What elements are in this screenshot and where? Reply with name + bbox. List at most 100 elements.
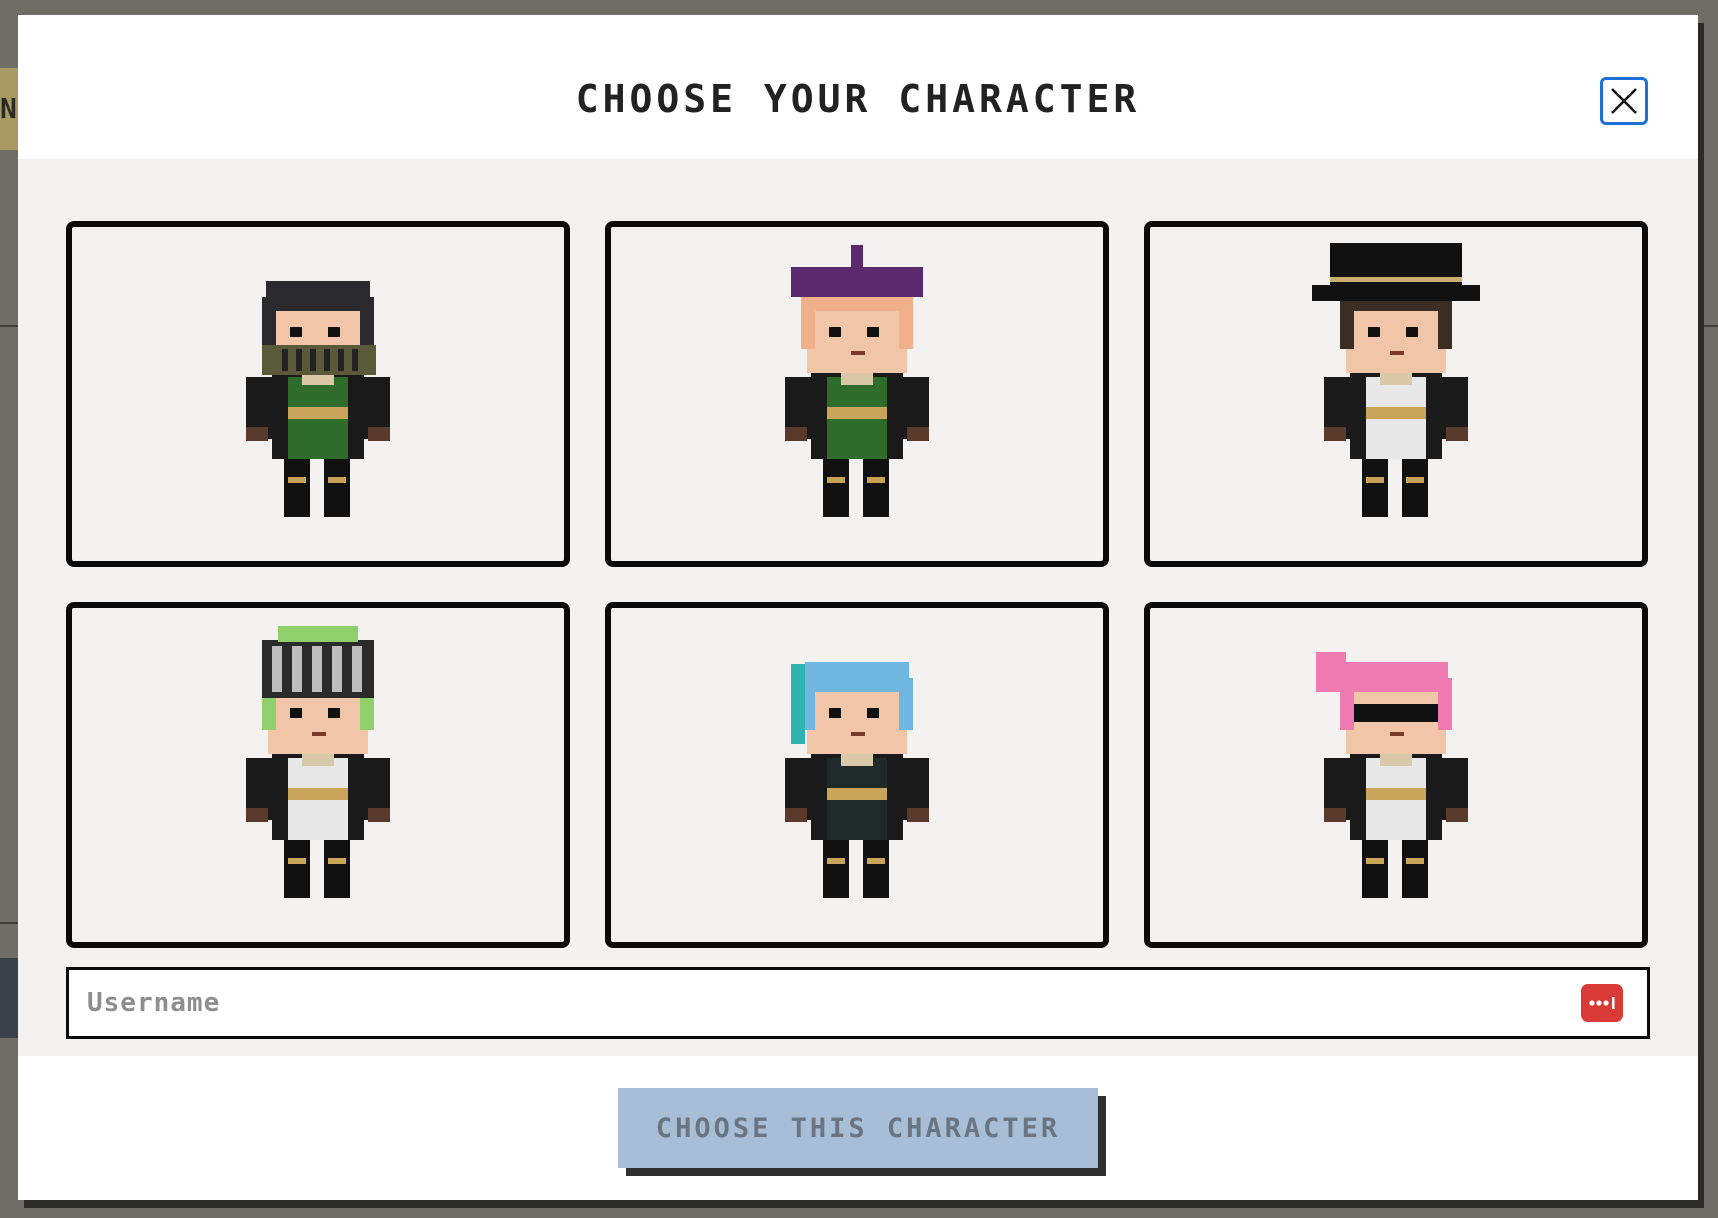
boot-strap <box>1366 477 1384 483</box>
background-tab: N <box>0 68 20 150</box>
character-select-modal: CHOOSE YOUR CHARACTER Username CHOOSE TH… <box>18 15 1698 1200</box>
leg <box>324 455 350 517</box>
glove <box>368 427 390 441</box>
hair-side <box>1340 297 1354 349</box>
leg <box>1362 836 1388 898</box>
character-card[interactable] <box>66 602 570 948</box>
mask-grille <box>352 349 358 371</box>
eye <box>829 327 841 337</box>
boot-strap <box>328 477 346 483</box>
hair-bun <box>1316 652 1346 692</box>
hair <box>805 662 909 692</box>
glove <box>246 427 268 441</box>
mouth <box>1390 351 1404 355</box>
leg <box>823 455 849 517</box>
background-divider <box>1698 325 1718 327</box>
choose-character-button[interactable]: CHOOSE THIS CHARACTER <box>618 1088 1098 1168</box>
glove <box>785 808 807 822</box>
character-avatar <box>785 662 929 898</box>
boot-strap <box>1406 477 1424 483</box>
password-manager-icon[interactable] <box>1581 984 1623 1022</box>
leg <box>284 836 310 898</box>
eye <box>1368 327 1380 337</box>
hair-side <box>1438 297 1452 349</box>
close-button[interactable] <box>1600 77 1648 125</box>
helmet-visor <box>272 646 282 692</box>
character-avatar <box>1312 243 1480 517</box>
boot-strap <box>827 477 845 483</box>
mouth <box>1390 732 1404 736</box>
character-avatar <box>785 245 929 517</box>
boot-strap <box>1366 858 1384 864</box>
sunglasses <box>1354 704 1438 722</box>
leg <box>324 836 350 898</box>
character-card[interactable] <box>605 221 1109 567</box>
character-card[interactable] <box>66 221 570 567</box>
close-icon <box>1611 88 1637 114</box>
helmet-visor <box>332 646 342 692</box>
character-avatar <box>246 626 390 898</box>
boot-strap <box>867 858 885 864</box>
boot-strap <box>288 477 306 483</box>
mouth <box>851 351 865 355</box>
hair-side <box>899 678 913 730</box>
glove <box>368 808 390 822</box>
hair-side <box>801 297 815 349</box>
glove <box>1446 808 1468 822</box>
leg <box>284 455 310 517</box>
belt <box>288 407 348 419</box>
glove <box>246 808 268 822</box>
modal-header: CHOOSE YOUR CHARACTER <box>18 15 1698 159</box>
hair <box>266 281 370 311</box>
background-divider <box>0 922 20 924</box>
mask-grille <box>324 349 330 371</box>
character-card[interactable] <box>1144 221 1648 567</box>
mask <box>262 345 376 375</box>
mouth <box>312 732 326 736</box>
belt <box>827 407 887 419</box>
glove <box>785 427 807 441</box>
leg <box>1362 455 1388 517</box>
eye <box>290 327 302 337</box>
pirate-hat-brim <box>1312 285 1480 301</box>
boot-strap <box>867 477 885 483</box>
mask-grille <box>296 349 302 371</box>
leg <box>823 836 849 898</box>
modal-body <box>18 159 1698 1056</box>
modal-title: CHOOSE YOUR CHARACTER <box>575 77 1141 121</box>
leg <box>863 455 889 517</box>
hair-streak <box>791 664 805 744</box>
glove <box>1324 808 1346 822</box>
belt <box>1366 788 1426 800</box>
glove <box>907 427 929 441</box>
mask-grille <box>310 349 316 371</box>
belt <box>288 788 348 800</box>
leg <box>1402 455 1428 517</box>
username-input[interactable] <box>69 970 1549 1036</box>
character-card[interactable] <box>1144 602 1648 948</box>
mask-grille <box>282 349 288 371</box>
boot-strap <box>827 858 845 864</box>
character-card[interactable] <box>605 602 1109 948</box>
character-avatar <box>1316 652 1468 898</box>
beret-stem <box>851 245 863 269</box>
leg <box>1402 836 1428 898</box>
hat-trim <box>1330 277 1462 282</box>
eye <box>328 327 340 337</box>
eye <box>290 708 302 718</box>
mask-grille <box>338 349 344 371</box>
glove <box>1446 427 1468 441</box>
helmet-plume <box>278 626 358 642</box>
background-panel <box>0 958 20 1038</box>
helmet-visor <box>312 646 322 692</box>
eye <box>1406 327 1418 337</box>
hair-side <box>262 297 276 349</box>
background-divider <box>0 325 20 327</box>
character-avatar <box>246 281 390 517</box>
hair-side <box>1438 678 1452 730</box>
eye <box>867 708 879 718</box>
boot-strap <box>328 858 346 864</box>
belt <box>827 788 887 800</box>
glove <box>907 808 929 822</box>
eye <box>328 708 340 718</box>
